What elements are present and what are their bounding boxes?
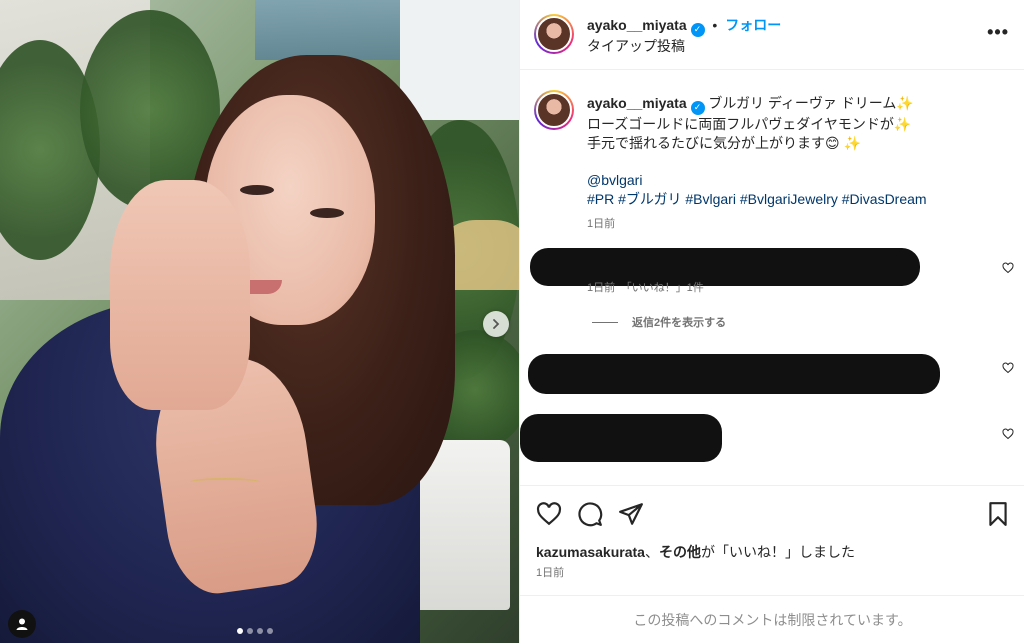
- redacted-comment: [528, 354, 940, 394]
- user-icon: [16, 618, 28, 630]
- share-icon[interactable]: [618, 501, 644, 527]
- caption-time[interactable]: 1日前: [587, 215, 1007, 231]
- post-viewer: ayako__miyata ✓ • フォロー タイアップ投稿 ••• ayako…: [0, 0, 1024, 643]
- verified-badge-icon: ✓: [690, 22, 705, 37]
- comment-like-heart-icon[interactable]: [1002, 262, 1014, 274]
- paid-partnership-label[interactable]: タイアップ投稿: [587, 36, 685, 56]
- caption-line-2: ローズゴールドに両面フルパヴェダイヤモンドが✨: [587, 115, 912, 132]
- carousel-dots: [237, 628, 273, 634]
- separator: •: [712, 17, 718, 33]
- caption-avatar[interactable]: [534, 90, 574, 130]
- heart-icon[interactable]: [536, 501, 562, 527]
- caption-text: ブルガリ ディーヴァ ドリーム✨: [708, 95, 914, 111]
- caption: ayako__miyata ✓ ブルガリ ディーヴァ ドリーム✨ ローズゴールド…: [587, 94, 1007, 231]
- post-side-panel: ayako__miyata ✓ • フォロー タイアップ投稿 ••• ayako…: [519, 0, 1024, 643]
- likes-separator: 、: [644, 544, 659, 560]
- carousel-dot: [267, 628, 273, 634]
- carousel-dot: [257, 628, 263, 634]
- verified-badge-icon: ✓: [690, 100, 705, 115]
- caption-username[interactable]: ayako__miyata: [587, 95, 687, 111]
- caption-line-1: ayako__miyata ✓ ブルガリ ディーヴァ ドリーム✨: [587, 94, 1007, 115]
- view-replies-label: 返信2件を表示する: [632, 317, 727, 329]
- header-user-row: ayako__miyata ✓ • フォロー: [587, 15, 781, 37]
- post-time[interactable]: 1日前: [536, 564, 564, 580]
- comment-like-heart-icon[interactable]: [1002, 362, 1014, 374]
- woman-hands: [110, 180, 250, 410]
- username-link[interactable]: ayako__miyata: [587, 17, 687, 33]
- woman-eye: [240, 185, 274, 195]
- view-replies-button[interactable]: 返信2件を表示する: [592, 314, 726, 330]
- more-options-icon[interactable]: •••: [987, 22, 1009, 43]
- chevron-right-icon: [493, 319, 500, 329]
- likes-text: が「いいね！」しました: [700, 544, 855, 560]
- bookmark-icon[interactable]: [985, 501, 1011, 527]
- caption-line-3: 手元で揺れるたびに気分が上がります😊 ✨: [587, 134, 861, 151]
- comments-restricted-notice: この投稿へのコメントは制限されています。: [520, 595, 1024, 643]
- bracelet: [190, 478, 260, 486]
- replies-line: [592, 321, 618, 323]
- hashtag-links[interactable]: #PR #ブルガリ #Bvlgari #BvlgariJewelry #Diva…: [587, 191, 927, 207]
- comment-like-heart-icon[interactable]: [1002, 428, 1014, 440]
- background-glass-building: [255, 0, 405, 60]
- mention-link[interactable]: @bvlgari: [587, 172, 642, 188]
- next-image-button[interactable]: [483, 311, 509, 337]
- liker-username[interactable]: kazumasakurata: [536, 544, 645, 560]
- woman-eye: [310, 208, 344, 218]
- follow-button[interactable]: フォロー: [725, 17, 781, 33]
- comment-meta: 1日前 「いいね！」1件: [587, 282, 704, 294]
- likes-summary: kazumasakurata、その他が「いいね！」しました: [536, 542, 855, 562]
- post-header: ayako__miyata ✓ • フォロー タイアップ投稿 •••: [520, 0, 1024, 70]
- likes-others-link[interactable]: その他: [659, 544, 701, 560]
- carousel-dot: [247, 628, 253, 634]
- avatar[interactable]: [534, 14, 574, 54]
- post-media[interactable]: [0, 0, 519, 643]
- background-sky: [400, 0, 519, 120]
- post-actions: kazumasakurata、その他が「いいね！」しました 1日前: [520, 485, 1024, 595]
- tagged-users-button[interactable]: [8, 610, 36, 638]
- redacted-comment: [520, 414, 722, 462]
- carousel-dot: [237, 628, 243, 634]
- comment-icon[interactable]: [577, 501, 603, 527]
